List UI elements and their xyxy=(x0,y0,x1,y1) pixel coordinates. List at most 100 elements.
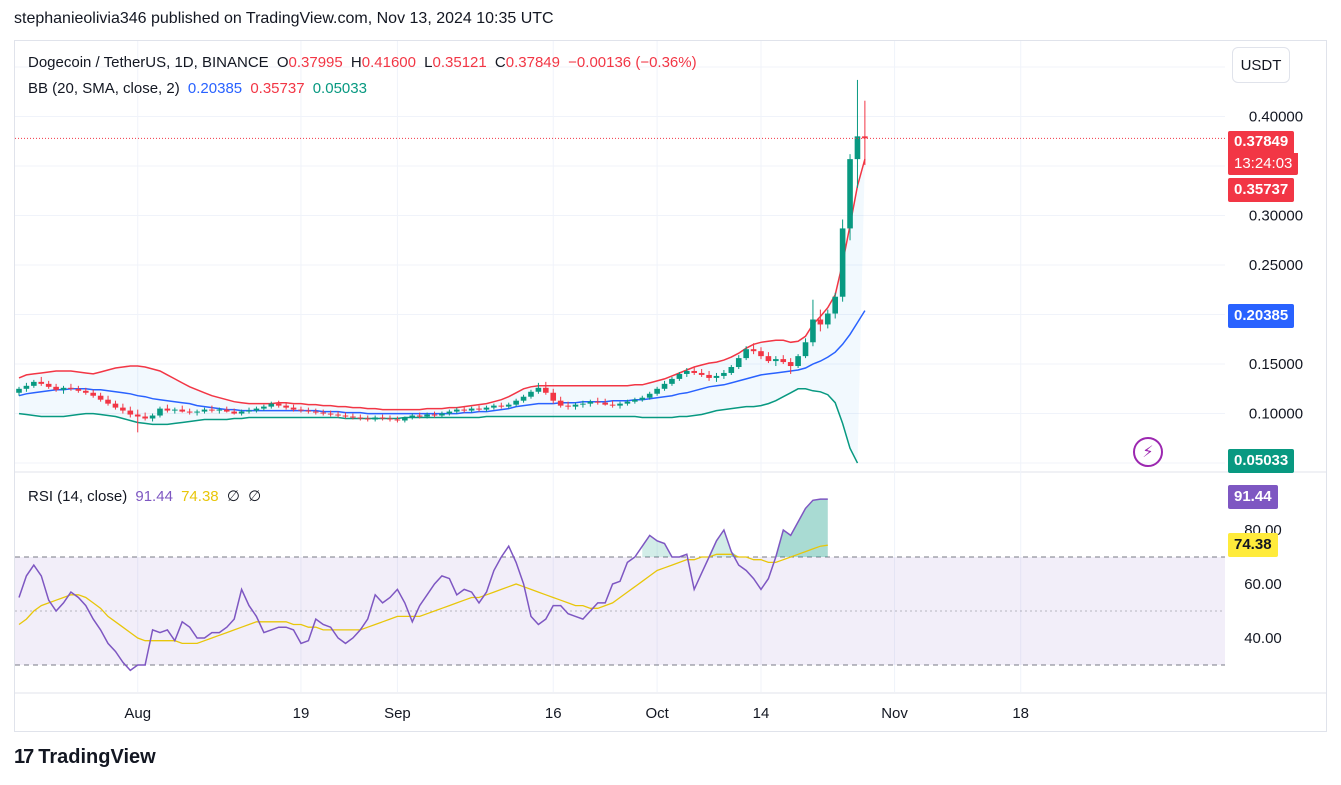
countdown-badge: 13:24:03 xyxy=(1228,153,1299,175)
candle-body xyxy=(38,381,45,384)
candle-body xyxy=(201,409,208,412)
candle-body xyxy=(216,409,223,411)
candle-body xyxy=(75,388,82,391)
close-value: 0.37849 xyxy=(505,54,560,71)
candle-body xyxy=(483,407,490,410)
candle-body xyxy=(424,414,430,417)
candle-body xyxy=(194,411,200,413)
price-tick-label: 0.25000 xyxy=(1249,257,1303,274)
candle-body xyxy=(290,407,297,410)
candle-body xyxy=(550,392,557,401)
candle-body xyxy=(520,396,527,401)
candle-body xyxy=(90,392,96,396)
price-tick-label: 0.10000 xyxy=(1249,406,1303,423)
candle-body xyxy=(209,409,215,411)
bb-lower-badge: 0.05033 xyxy=(1228,449,1295,473)
price-tick-label: 0.30000 xyxy=(1249,208,1303,225)
candle-body xyxy=(327,413,334,415)
time-tick-label: Sep xyxy=(384,705,411,722)
candle-body xyxy=(617,403,623,406)
candle-body xyxy=(305,410,312,412)
candle-body xyxy=(238,411,245,414)
bb-lower-value: 0.05033 xyxy=(312,80,367,97)
candle-body xyxy=(824,313,831,325)
candle-body xyxy=(268,403,275,407)
candle-body xyxy=(261,406,267,409)
high-value: 0.41600 xyxy=(361,54,416,71)
rsi-legend: RSI (14, close) 91.44 74.38 ∅ ∅ xyxy=(28,487,265,505)
rsi-ma-badge: 74.38 xyxy=(1228,533,1278,557)
candle-body xyxy=(565,405,571,407)
candle-body xyxy=(476,408,482,410)
candle-body xyxy=(758,351,764,357)
candle xyxy=(847,154,853,241)
candle-body xyxy=(773,359,779,362)
candle-body xyxy=(142,416,148,419)
candle-body xyxy=(624,401,631,404)
candle-body xyxy=(632,399,638,402)
candle xyxy=(810,299,816,347)
candle-body xyxy=(810,319,816,343)
bb-upper-badge: 0.35737 xyxy=(1228,178,1295,202)
low-key: L xyxy=(424,54,433,71)
time-tick-label: Oct xyxy=(645,705,669,722)
candle-body xyxy=(431,414,438,416)
candle-body xyxy=(446,411,453,414)
rsi-overbought-fill xyxy=(701,530,739,557)
candle-body xyxy=(31,381,37,386)
candle-body xyxy=(728,367,735,373)
candle-body xyxy=(149,415,156,419)
last-price-badge: 0.37849 xyxy=(1228,131,1295,153)
rsi-label[interactable]: RSI (14, close) xyxy=(28,488,127,505)
candle-body xyxy=(320,412,327,414)
candle-body xyxy=(743,349,749,359)
candle-body xyxy=(16,388,22,393)
candle-body xyxy=(112,403,119,408)
candle-body xyxy=(735,358,742,368)
tradingview-logo: 17 TradingView xyxy=(14,746,156,769)
low-value: 0.35121 xyxy=(432,54,487,71)
candle xyxy=(862,100,868,166)
time-tick-label: 14 xyxy=(753,705,770,722)
rsi-tick-label: 60.00 xyxy=(1244,576,1282,593)
bb-upper-value: 0.35737 xyxy=(250,80,305,97)
candle-body xyxy=(223,409,230,412)
candle-body xyxy=(639,397,646,400)
candle-body xyxy=(557,400,564,406)
chart-canvas[interactable]: 0.40000 0.30000 0.25000 0.15000 0.10000 Aug 19… xyxy=(0,0,1341,785)
candle-body xyxy=(97,395,104,400)
candle-body xyxy=(795,356,801,367)
bb-label[interactable]: BB (20, SMA, close, 2) xyxy=(28,80,180,97)
candle-body xyxy=(684,370,690,374)
candle-body xyxy=(68,387,74,389)
candle-body xyxy=(468,408,475,411)
time-tick-label: 19 xyxy=(293,705,310,722)
brand-name: TradingView xyxy=(38,746,156,768)
candle-body xyxy=(283,405,289,408)
symbol-title[interactable]: Dogecoin / TetherUS, 1D, BINANCE xyxy=(28,54,269,71)
open-value: 0.37995 xyxy=(288,54,343,71)
candle-body xyxy=(765,356,772,362)
candle-body xyxy=(802,342,809,357)
candle-body xyxy=(513,400,519,405)
candle-body xyxy=(594,401,601,403)
currency-button[interactable]: USDT xyxy=(1232,47,1290,83)
open-key: O xyxy=(276,54,289,71)
candle-body xyxy=(669,378,675,384)
candle-body xyxy=(587,401,594,404)
candle-body xyxy=(120,407,126,411)
candle-body xyxy=(453,409,460,412)
candle xyxy=(854,79,861,188)
lightning-icon[interactable]: ⚡ xyxy=(1133,437,1163,467)
time-tick-label: 16 xyxy=(545,705,562,722)
tradingview-mark-icon: 17 xyxy=(14,746,34,768)
bb-legend: BB (20, SMA, close, 2) 0.20385 0.35737 0… xyxy=(28,80,371,97)
candle-body xyxy=(721,372,727,376)
candle-body xyxy=(698,372,705,375)
rsi-value: 91.44 xyxy=(135,488,173,505)
rsi-tick-label: 40.00 xyxy=(1244,630,1282,647)
candle-body xyxy=(713,375,720,378)
candle-body xyxy=(654,388,660,394)
candle-body xyxy=(246,410,252,412)
candle-body xyxy=(105,399,111,404)
